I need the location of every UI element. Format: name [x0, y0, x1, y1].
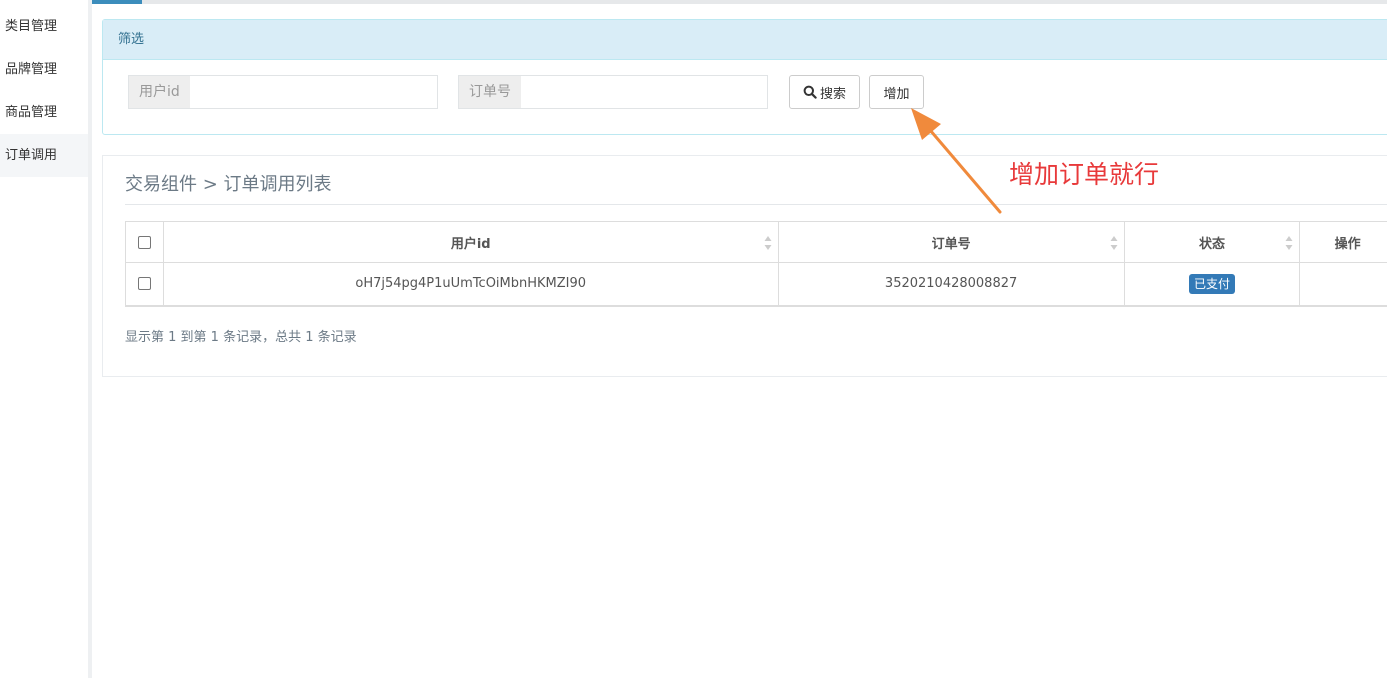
column-header-label: 操作	[1334, 236, 1361, 252]
column-header-action: 操作	[1299, 221, 1387, 263]
sort-icon	[764, 236, 771, 250]
column-header-label: 订单号	[931, 236, 971, 252]
order-list-panel: 交易组件 > 订单调用列表 用户id 订单号 状态 操作 oH7j54pg4P1…	[102, 155, 1387, 377]
row-checkbox[interactable]	[137, 277, 151, 291]
user-id-label: 用户id	[129, 76, 190, 108]
sort-icon	[1285, 236, 1293, 250]
sidebar-item-product[interactable]: 商品管理	[0, 91, 88, 134]
column-header-label: 状态	[1198, 236, 1225, 252]
filter-panel: 筛选 用户id 订单号 搜索 增加	[102, 19, 1387, 135]
order-no-label: 订单号	[459, 76, 521, 108]
sidebar: 类目管理 品牌管理 商品管理 订单调用	[0, 0, 88, 678]
column-header-status[interactable]: 状态	[1123, 221, 1301, 263]
filter-heading: 筛选	[103, 20, 1387, 60]
search-icon	[803, 85, 817, 99]
order-no-input-group: 订单号	[458, 75, 768, 109]
order-table: 用户id 订单号 状态 操作 oH7j54pg4P1uUmTcOiMbnHKMZ…	[125, 221, 1387, 307]
breadcrumb: 交易组件 > 订单调用列表	[125, 174, 332, 195]
table-header-row: 用户id 订单号 状态 操作	[125, 221, 1387, 263]
status-badge: 已支付	[1188, 273, 1235, 294]
add-button[interactable]: 增加	[869, 75, 924, 109]
cell-user-id: oH7j54pg4P1uUmTcOiMbnHKMZI90	[162, 262, 779, 306]
sidebar-divider	[88, 0, 92, 678]
pagination-info: 显示第 1 到第 1 条记录，总共 1 条记录	[125, 330, 357, 345]
active-tab-indicator[interactable]	[88, 0, 142, 4]
cell-status: 已支付	[1123, 262, 1301, 306]
row-select-cell	[125, 262, 164, 306]
user-id-input[interactable]	[189, 76, 437, 108]
column-header-user-id[interactable]: 用户id	[162, 221, 779, 263]
breadcrumb-divider	[125, 204, 1387, 205]
select-all-checkbox[interactable]	[137, 235, 151, 249]
table-row[interactable]: oH7j54pg4P1uUmTcOiMbnHKMZI90 35202104280…	[125, 262, 1387, 306]
user-id-input-group: 用户id	[128, 75, 438, 109]
select-all-cell	[125, 221, 164, 263]
cell-order-no: 3520210428008827	[777, 262, 1125, 306]
add-button-label: 增加	[883, 86, 910, 102]
column-header-label: 用户id	[450, 236, 491, 252]
sort-icon	[1110, 236, 1118, 250]
annotation-text: 增加订单就行	[1009, 160, 1160, 189]
sidebar-item-brand[interactable]: 品牌管理	[0, 48, 88, 91]
sidebar-item-category[interactable]: 类目管理	[0, 5, 88, 48]
sidebar-item-order-call[interactable]: 订单调用	[0, 134, 88, 177]
column-header-order-no[interactable]: 订单号	[777, 221, 1125, 263]
order-no-input[interactable]	[521, 76, 767, 108]
search-button-label: 搜索	[819, 86, 846, 102]
top-tab-bar	[88, 0, 1387, 4]
cell-action	[1299, 262, 1387, 306]
search-button[interactable]: 搜索	[789, 75, 860, 109]
